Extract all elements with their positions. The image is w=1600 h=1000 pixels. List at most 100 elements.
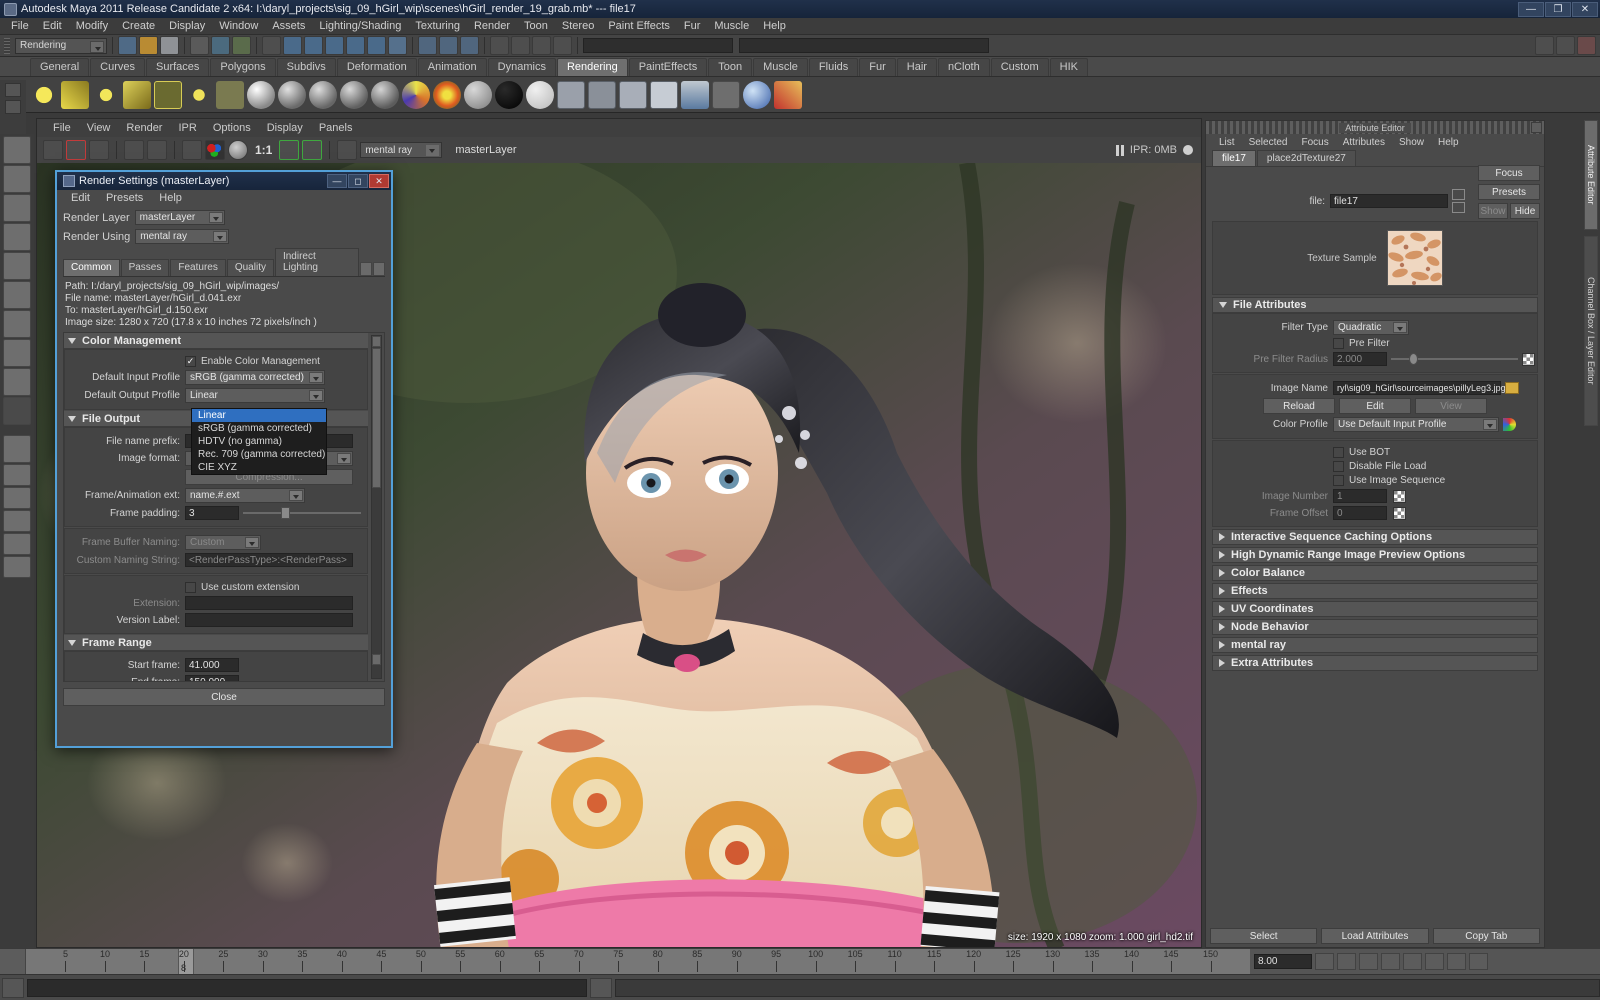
chevron-down-icon[interactable] <box>68 639 76 646</box>
section-hdr-image-preview[interactable]: High Dynamic Range Image Preview Options <box>1212 547 1538 563</box>
texture-sample-swatch[interactable] <box>1386 230 1443 286</box>
ramp-shader-icon[interactable] <box>433 80 461 109</box>
menu-toon[interactable]: Toon <box>517 19 555 33</box>
image-number-input[interactable]: 1 <box>1333 489 1387 503</box>
color-profile-swatch-icon[interactable] <box>1503 418 1516 431</box>
default-output-profile-dropdown[interactable]: Linear <box>185 388 325 403</box>
input-connection-icon[interactable] <box>1452 189 1465 200</box>
rs-tab-passes[interactable]: Passes <box>120 259 170 276</box>
alpha-channel-icon[interactable] <box>228 140 248 160</box>
zoom-ratio-label[interactable]: 1:1 <box>251 143 276 157</box>
renderer-selector[interactable]: mental ray <box>360 142 443 158</box>
rs-tab-features[interactable]: Features <box>170 259 226 276</box>
shelf-tab-fluids[interactable]: Fluids <box>808 58 859 76</box>
ipr-render-icon[interactable] <box>124 140 144 160</box>
select-by-hierarchy-icon[interactable] <box>262 36 281 55</box>
frame-padding-input[interactable]: 3 <box>185 506 239 520</box>
attribute-editor-toggle-icon[interactable] <box>511 36 530 55</box>
color-management-section-header[interactable]: Color Management <box>64 333 368 349</box>
step-forward-frame-icon[interactable] <box>1447 953 1466 970</box>
ipr-render-icon[interactable] <box>439 36 458 55</box>
section-extra-attributes[interactable]: Extra Attributes <box>1212 655 1538 671</box>
pre-filter-radius-slider[interactable] <box>1391 353 1518 365</box>
presets-button[interactable]: Presets <box>1478 184 1540 200</box>
play-forwards-icon[interactable] <box>1403 953 1422 970</box>
browse-folder-icon[interactable] <box>1505 382 1519 394</box>
section-mental-ray[interactable]: mental ray <box>1212 637 1538 653</box>
use-custom-extension-checkbox[interactable] <box>185 582 196 593</box>
extension-input[interactable] <box>185 596 353 610</box>
view-button[interactable]: View <box>1415 398 1487 414</box>
ae-menu-selected[interactable]: Selected <box>1242 137 1295 148</box>
start-frame-input[interactable]: 41.000 <box>185 658 239 672</box>
ae-menu-attributes[interactable]: Attributes <box>1336 137 1392 148</box>
texture-2d-icon[interactable] <box>557 80 585 109</box>
channel-box-toggle-icon[interactable] <box>553 36 572 55</box>
render-settings-open-icon[interactable] <box>337 140 358 160</box>
chevron-right-icon[interactable] <box>1219 623 1225 631</box>
menu-texturing[interactable]: Texturing <box>408 19 467 33</box>
snap-to-curve-icon[interactable] <box>304 36 323 55</box>
chevron-down-icon[interactable] <box>1393 322 1407 333</box>
anisotropic-material-icon[interactable] <box>371 80 399 109</box>
menu-muscle[interactable]: Muscle <box>707 19 756 33</box>
tab-scroll-right-icon[interactable] <box>373 262 385 276</box>
chevron-right-icon[interactable] <box>1219 533 1225 541</box>
section-interactive-sequence-caching[interactable]: Interactive Sequence Caching Options <box>1212 529 1538 545</box>
scrollbar-thumb[interactable] <box>372 348 381 488</box>
rv-menu-render[interactable]: Render <box>118 121 170 135</box>
filter-type-dropdown[interactable]: Quadratic <box>1333 320 1409 335</box>
ae-tab-place2dtexture27[interactable]: place2dTexture27 <box>1256 150 1356 166</box>
shelf-tab-custom[interactable]: Custom <box>990 58 1049 76</box>
render-settings-icon[interactable] <box>460 36 479 55</box>
frame-range-section-header[interactable]: Frame Range <box>64 635 368 651</box>
selection-mask-object-icon[interactable] <box>211 36 230 55</box>
rs-tab-indirect-lighting[interactable]: Indirect Lighting <box>274 248 359 276</box>
disable-file-load-checkbox[interactable] <box>1333 461 1344 472</box>
focus-button[interactable]: Focus <box>1478 165 1540 181</box>
chevron-down-icon[interactable] <box>337 453 351 464</box>
scroll-up-arrow-icon[interactable] <box>372 336 381 347</box>
ae-menu-help[interactable]: Help <box>1431 137 1466 148</box>
last-tool-used-icon[interactable] <box>3 368 31 396</box>
quick-layout-persp-render-icon[interactable] <box>3 556 31 578</box>
use-background-icon[interactable] <box>495 80 523 109</box>
output-connection-icon[interactable] <box>1452 202 1465 213</box>
menu-window[interactable]: Window <box>212 19 265 33</box>
shelf-tab-hik[interactable]: HIK <box>1049 58 1088 76</box>
shelf-tab-muscle[interactable]: Muscle <box>753 58 808 76</box>
chevron-down-icon[interactable] <box>90 40 104 53</box>
quick-select-field[interactable] <box>583 38 733 53</box>
playback-time-field[interactable]: 8.00 <box>1254 954 1312 969</box>
directional-light-icon[interactable] <box>61 80 89 109</box>
toggle-sidebar-icon[interactable] <box>490 36 509 55</box>
scroll-down-arrow-icon[interactable] <box>372 654 381 665</box>
render-current-frame-icon[interactable] <box>418 36 437 55</box>
file-attributes-section-header[interactable]: File Attributes <box>1212 297 1538 313</box>
hide-button[interactable]: Hide <box>1510 203 1540 219</box>
display-real-size-icon[interactable] <box>279 140 300 160</box>
maximize-button[interactable]: ❐ <box>1545 1 1571 17</box>
workspace-layout-icon[interactable] <box>1556 36 1575 55</box>
show-hide-ui-elements-icon[interactable] <box>1535 36 1554 55</box>
copy-tab-button[interactable]: Copy Tab <box>1432 928 1540 944</box>
render-using-dropdown[interactable]: mental ray <box>135 229 230 244</box>
image-name-input[interactable]: ryl\sig09_hGirl\sourceimages\pillyLeg3.j… <box>1333 381 1506 395</box>
mel-python-toggle-icon[interactable] <box>2 977 24 998</box>
rs-menu-help[interactable]: Help <box>151 192 190 204</box>
rv-menu-ipr[interactable]: IPR <box>170 121 204 135</box>
default-input-profile-dropdown[interactable]: sRGB (gamma corrected) <box>185 370 325 385</box>
go-to-start-icon[interactable] <box>1315 953 1334 970</box>
shelf-tab-curves[interactable]: Curves <box>90 58 145 76</box>
file-name-input[interactable]: file17 <box>1330 194 1448 208</box>
quick-layout-single-icon[interactable] <box>3 435 31 463</box>
area-light-icon[interactable] <box>154 80 182 109</box>
new-scene-icon[interactable] <box>118 36 137 55</box>
shelf-tab-painteffects[interactable]: PaintEffects <box>628 58 708 76</box>
vtab-attribute-editor[interactable]: Attribute Editor <box>1584 120 1598 230</box>
hardware-render-icon[interactable] <box>743 80 771 109</box>
rs-menu-edit[interactable]: Edit <box>63 192 98 204</box>
undock-icon[interactable] <box>1531 122 1542 133</box>
snap-to-grid-icon[interactable] <box>283 36 302 55</box>
map-attribute-icon[interactable] <box>1393 489 1406 503</box>
